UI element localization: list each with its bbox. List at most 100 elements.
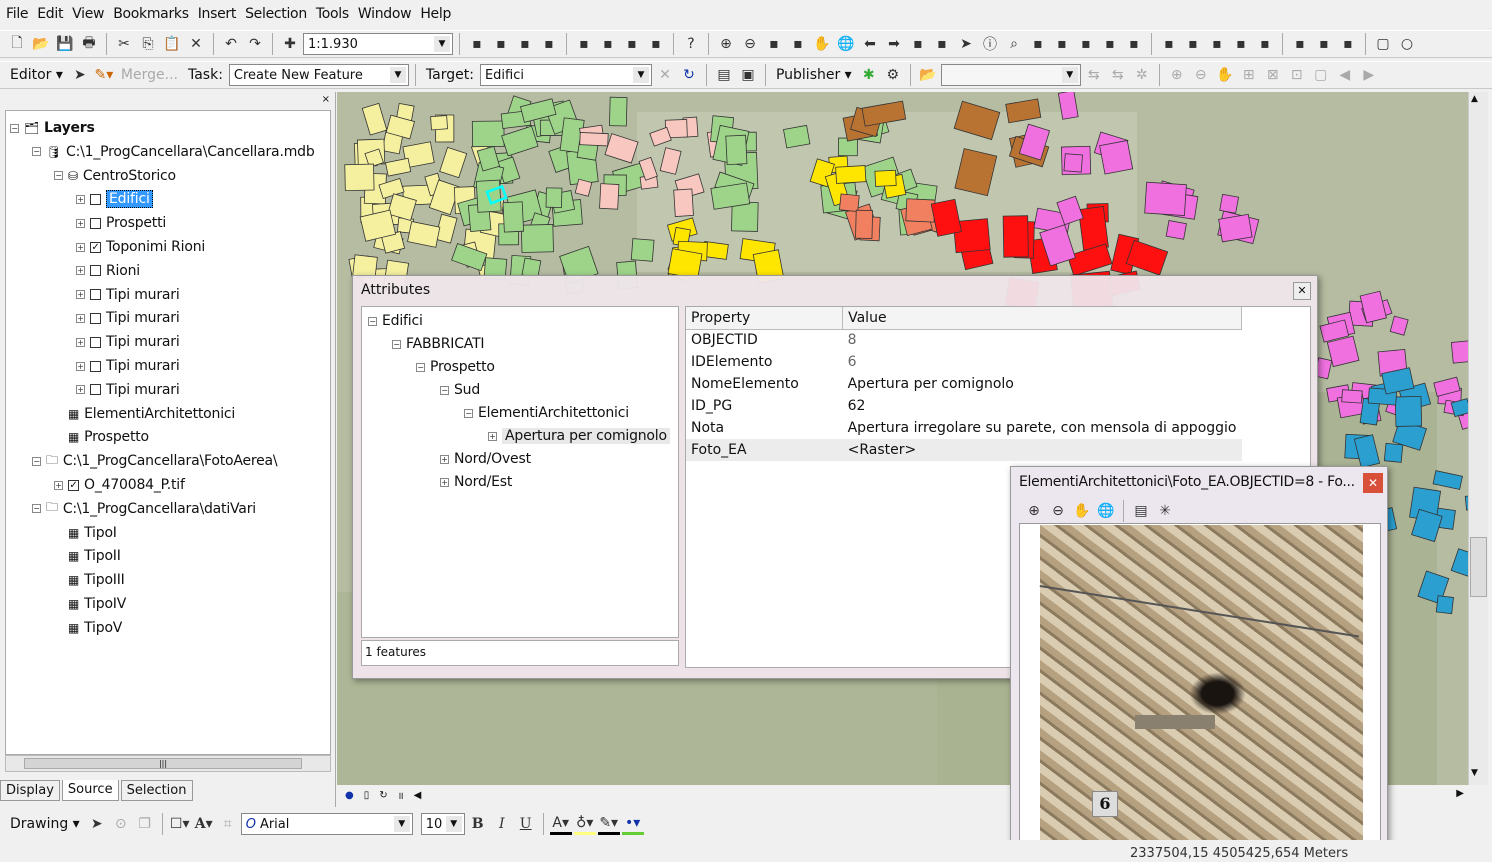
open-folder-icon[interactable]: 📂 <box>917 64 939 86</box>
full-extent-icon[interactable]: 🌐 <box>1095 500 1117 522</box>
fixed-zoom-in-icon[interactable]: ▪ <box>763 33 785 55</box>
building-polygon[interactable] <box>1394 395 1423 427</box>
layout-forward-icon[interactable]: ▶ <box>1358 64 1380 86</box>
toc-item[interactable]: + Tipi murari <box>76 284 180 306</box>
pan-icon[interactable]: ✋ <box>811 33 833 55</box>
new-icon[interactable]: 🗋 <box>6 33 28 55</box>
building-polygon[interactable] <box>430 115 448 131</box>
publisher-settings-icon[interactable]: ⚙ <box>882 64 904 86</box>
vertical-scrollbar[interactable]: ▲ ▼ <box>1468 92 1488 785</box>
geo-tool-icon[interactable]: ⇆ <box>1107 64 1129 86</box>
geo-tool-icon[interactable]: ✲ <box>1131 64 1153 86</box>
zoom-in-icon[interactable]: ⊕ <box>1023 500 1045 522</box>
drawing-menu[interactable]: Drawing ▾ <box>6 816 84 832</box>
expand-toggle-icon[interactable]: − <box>392 339 401 349</box>
property-row[interactable]: NomeElemento Apertura per comignolo <box>686 373 1242 395</box>
feature-tree-item[interactable]: − ElementiArchitettonici <box>464 402 629 424</box>
attributes-icon[interactable]: ▤ <box>713 64 735 86</box>
feature-tree-item[interactable]: + Apertura per comignolo <box>488 425 670 447</box>
layout-back-icon[interactable]: ◀ <box>1334 64 1356 86</box>
merge-button[interactable]: Merge... <box>117 67 182 83</box>
print-icon[interactable]: 🖶 <box>78 33 100 55</box>
toc-item[interactable]: + Tipi murari <box>76 331 180 353</box>
building-polygon[interactable] <box>344 163 375 192</box>
feature-tree-item[interactable]: + Nord/Ovest <box>440 448 531 470</box>
expand-toggle-icon[interactable]: + <box>76 361 85 371</box>
menu-tools[interactable]: Tools <box>316 6 349 22</box>
target-dropdown[interactable]: Edifici ▼ <box>479 64 652 86</box>
building-polygon[interactable] <box>835 165 867 184</box>
open-icon[interactable]: 📂 <box>30 33 52 55</box>
expand-toggle-icon[interactable]: + <box>76 290 85 300</box>
horizontal-scrollbar[interactable]: ||| <box>5 755 331 772</box>
feature-tree-item[interactable]: + Nord/Est <box>440 471 512 493</box>
menu-view[interactable]: View <box>72 6 104 22</box>
window-icon[interactable]: ▪ <box>621 33 643 55</box>
toc-item[interactable]: + Rioni <box>76 260 140 282</box>
full-extent-icon[interactable]: 🌐 <box>835 33 857 55</box>
expand-toggle-icon[interactable]: − <box>10 123 19 133</box>
zoom-to-selected-icon[interactable]: ❐ <box>134 813 156 835</box>
geo-tool-icon[interactable]: ⇆ <box>1083 64 1105 86</box>
expand-toggle-icon[interactable]: + <box>54 480 63 490</box>
building-polygon[interactable] <box>783 124 811 149</box>
building-polygon[interactable] <box>1218 213 1253 243</box>
find-icon[interactable]: ⌕ <box>1003 33 1025 55</box>
expand-toggle-icon[interactable]: + <box>76 266 85 276</box>
model-icon[interactable]: ▪ <box>645 33 667 55</box>
html-popup-icon[interactable]: ▪ <box>1099 33 1121 55</box>
expand-toggle-icon[interactable]: + <box>76 242 85 252</box>
toc-item[interactable]: − 🗂 Layers <box>10 117 95 139</box>
building-polygon[interactable] <box>1165 220 1187 240</box>
layer-dropdown[interactable]: ▼ <box>940 64 1081 86</box>
layout-fixed-in-icon[interactable]: ⊠ <box>1262 64 1284 86</box>
building-polygon[interactable] <box>609 96 628 127</box>
expand-toggle-icon[interactable]: + <box>440 454 449 464</box>
task-dropdown[interactable]: Create New Feature ▼ <box>228 64 409 86</box>
toc-item[interactable]: ▦ TipoI <box>54 522 117 544</box>
layout-pan-icon[interactable]: ✋ <box>1214 64 1236 86</box>
building-polygon[interactable] <box>1002 215 1029 258</box>
property-row[interactable]: Nota Apertura irregolare su parete, con m… <box>686 417 1242 439</box>
select-elements-icon[interactable]: ➤ <box>955 33 977 55</box>
toc-item[interactable]: + ✓ O_470084_P.tif <box>54 474 185 496</box>
snap-icon[interactable]: ▪ <box>1289 33 1311 55</box>
select-features-icon[interactable]: ▪ <box>907 33 929 55</box>
menu-window[interactable]: Window <box>358 6 412 22</box>
marker-color-icon[interactable]: •▾ <box>621 813 644 835</box>
fill-color-icon[interactable]: ♁▾ <box>573 813 596 835</box>
toc-item[interactable]: ▦ TipoII <box>54 545 121 567</box>
rectangle-icon[interactable]: ▢ <box>1372 33 1394 55</box>
font-size-dropdown[interactable]: 10 ▼ <box>420 813 465 835</box>
layer-visibility-checkbox[interactable] <box>90 336 101 348</box>
pause-icon[interactable]: ॥ <box>398 788 404 802</box>
toc-item[interactable]: ▦ TipoIII <box>54 569 125 591</box>
expand-toggle-icon[interactable]: − <box>32 147 41 157</box>
measure-tool-icon[interactable]: ▪ <box>1051 33 1073 55</box>
scroll-right-icon[interactable]: ▶ <box>1456 788 1464 799</box>
text-icon[interactable]: A▾ <box>193 813 215 835</box>
close-button[interactable]: ✕ <box>1363 473 1383 493</box>
toc-item[interactable]: − ⛁ CentroStorico <box>54 165 176 187</box>
menu-insert[interactable]: Insert <box>198 6 237 22</box>
building-polygon[interactable] <box>599 183 620 210</box>
building-polygon[interactable] <box>1435 595 1454 615</box>
cut-polygon-icon[interactable]: ▪ <box>1230 33 1252 55</box>
properties-icon[interactable]: ▤ <box>1130 500 1152 522</box>
building-polygon[interactable] <box>725 134 748 166</box>
expand-toggle-icon[interactable]: − <box>368 316 377 326</box>
back-icon[interactable]: ⬅ <box>859 33 881 55</box>
undo-icon[interactable]: ↶ <box>220 33 242 55</box>
building-polygon[interactable] <box>673 188 694 217</box>
scroll-up-icon[interactable]: ▲ <box>1471 94 1478 104</box>
expand-toggle-icon[interactable]: − <box>32 504 41 514</box>
edit-vertices-icon[interactable]: ⌗ <box>217 813 239 835</box>
expand-toggle-icon[interactable]: + <box>76 337 85 347</box>
add-data-icon[interactable]: ✚ <box>279 33 301 55</box>
layer-visibility-checkbox[interactable]: ✓ <box>68 479 79 491</box>
expand-toggle-icon[interactable]: − <box>54 171 63 181</box>
publisher-icon[interactable]: ✱ <box>858 64 880 86</box>
layer-visibility-checkbox[interactable] <box>90 289 101 301</box>
building-polygon[interactable] <box>1099 140 1134 175</box>
building-polygon[interactable] <box>502 201 525 233</box>
